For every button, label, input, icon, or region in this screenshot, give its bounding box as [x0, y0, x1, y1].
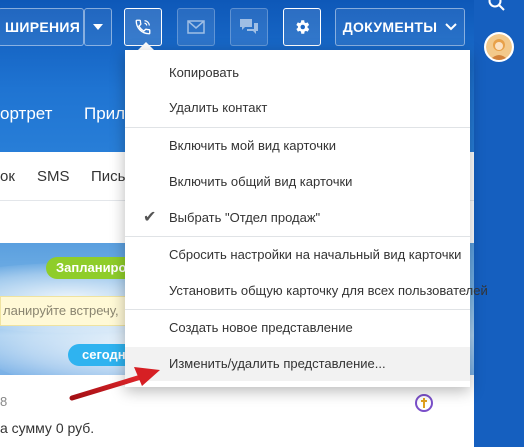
menu-item-label: Включить мой вид карточки — [169, 138, 336, 153]
tab-0[interactable]: ок — [0, 168, 15, 185]
chat-button[interactable] — [230, 8, 268, 46]
menu-item-enable-shared-view[interactable]: Включить общий вид карточки — [125, 167, 470, 197]
tab-sms[interactable]: SMS — [37, 168, 70, 185]
menu-item-create-view[interactable]: Создать новое представление — [125, 313, 470, 343]
nav-item-portrait[interactable]: ортрет — [0, 104, 52, 124]
extensions-button[interactable]: ШИРЕНИЯ — [0, 8, 84, 46]
tab-letter[interactable]: Пись — [91, 168, 125, 185]
planned-badge: Запланиро — [46, 257, 137, 279]
caret-down-icon — [93, 24, 103, 30]
chat-bubbles-icon — [240, 19, 258, 34]
settings-dropdown-menu: Копировать Удалить контакт Включить мой … — [125, 50, 488, 387]
menu-item-edit-view[interactable]: Изменить/удалить представление... — [125, 347, 470, 381]
search-icon — [488, 0, 505, 11]
call-button[interactable] — [124, 8, 162, 46]
menu-item-reset-view[interactable]: Сбросить настройки на начальный вид карт… — [125, 240, 470, 270]
menu-item-label: Копировать — [169, 65, 239, 80]
menu-item-label: Включить общий вид карточки — [169, 174, 353, 189]
envelope-icon — [187, 20, 205, 34]
deal-sum-text: а сумму 0 руб. — [0, 420, 95, 436]
gear-icon — [296, 20, 310, 34]
menu-divider — [125, 309, 470, 310]
menu-item-label: Выбрать "Отдел продаж" — [169, 210, 321, 225]
menu-item-label: Создать новое представление — [169, 320, 353, 335]
avatar[interactable] — [484, 32, 514, 62]
phone-icon — [135, 19, 151, 35]
checkmark-icon: ✔ — [143, 209, 157, 226]
menu-item-copy[interactable]: Копировать — [125, 58, 470, 88]
menu-divider — [125, 127, 470, 128]
menu-item-set-shared-card[interactable]: Установить общую карточку для всех польз… — [125, 276, 488, 306]
menu-item-label: Сбросить настройки на начальный вид карт… — [169, 247, 462, 262]
settings-button[interactable] — [283, 8, 321, 46]
email-button[interactable] — [177, 8, 215, 46]
documents-label: ДОКУМЕНТЫ — [342, 19, 438, 35]
menu-divider — [125, 236, 470, 237]
menu-item-label: Изменить/удалить представление... — [169, 356, 386, 371]
item-number: 8 — [0, 394, 8, 409]
right-sidebar — [474, 0, 524, 447]
extensions-label: ШИРЕНИЯ — [5, 19, 81, 35]
menu-item-enable-my-view[interactable]: Включить мой вид карточки — [125, 131, 470, 161]
meeting-note[interactable]: ланируйте встречу, — [0, 296, 130, 326]
menu-item-label: Установить общую карточку для всех польз… — [169, 283, 488, 298]
menu-item-delete-contact[interactable]: Удалить контакт — [125, 93, 470, 123]
menu-item-select-sales-dept[interactable]: ✔ Выбрать "Отдел продаж" — [125, 203, 470, 233]
deal-status-icon — [415, 394, 433, 412]
documents-button[interactable]: ДОКУМЕНТЫ — [335, 8, 465, 46]
menu-item-label: Удалить контакт — [169, 100, 268, 115]
extensions-dropdown-button[interactable] — [84, 8, 112, 46]
chevron-down-icon — [445, 23, 457, 31]
